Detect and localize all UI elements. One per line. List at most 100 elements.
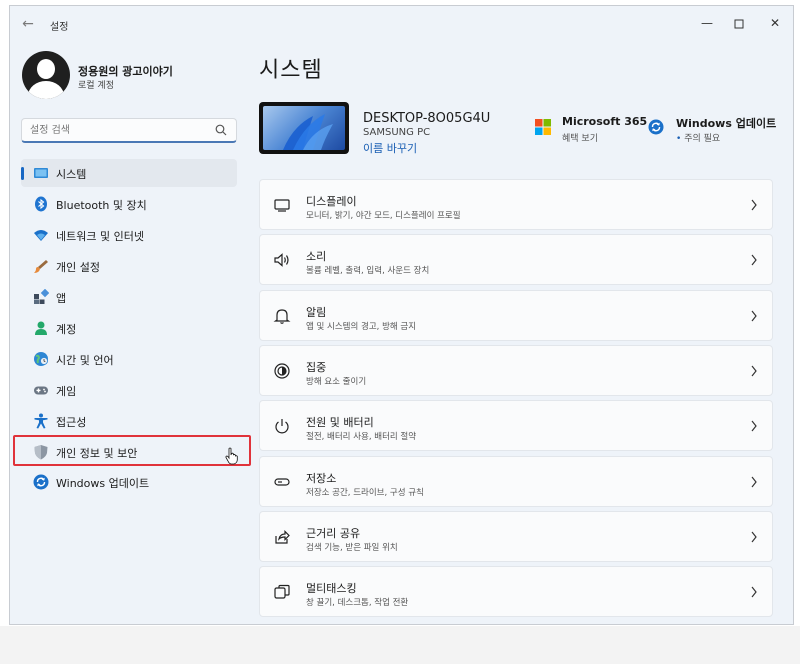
- windows-update-title[interactable]: Windows 업데이트: [676, 115, 776, 131]
- back-arrow-icon[interactable]: ←: [20, 16, 36, 32]
- share-icon: [275, 530, 290, 544]
- sidebar-item-label: Bluetooth 및 장치: [56, 199, 147, 212]
- ms365-subtitle[interactable]: 혜택 보기: [562, 131, 598, 144]
- sidebar-item-personalization[interactable]: 개인 설정: [21, 252, 237, 280]
- setting-row-power-battery[interactable]: 전원 및 배터리 절전, 배터리 사용, 배터리 절약: [259, 400, 773, 451]
- sidebar-item-label: 접근성: [56, 416, 87, 429]
- selected-indicator: [21, 167, 24, 180]
- account-icon: [35, 321, 47, 335]
- settings-window: ← 설정 — ✕ 정용원의 광고이야기 로컬 계정 시스템 Bluetooth …: [9, 5, 794, 625]
- chevron-right-icon: [751, 254, 757, 266]
- system-icon: [34, 168, 48, 178]
- setting-row-storage[interactable]: 저장소 저장소 공간, 드라이브, 구성 규칙: [259, 456, 773, 507]
- setting-row-sound[interactable]: 소리 볼륨 레벨, 출력, 입력, 사운드 장치: [259, 234, 773, 285]
- display-icon: [274, 199, 290, 212]
- apps-icon: [34, 289, 49, 304]
- sidebar-item-bluetooth[interactable]: Bluetooth 및 장치: [21, 190, 237, 218]
- windows-update-status[interactable]: • 주의 필요: [676, 131, 720, 144]
- page-title: 시스템: [259, 58, 323, 83]
- close-icon[interactable]: ✕: [760, 12, 790, 34]
- maximize-icon[interactable]: [724, 12, 754, 34]
- bluetooth-icon: [35, 196, 47, 212]
- gamepad-icon: [34, 386, 48, 395]
- sidebar-item-gaming[interactable]: 게임: [21, 376, 237, 404]
- chevron-right-icon: [751, 476, 757, 488]
- title-bar: ← 설정 — ✕: [10, 6, 793, 42]
- device-name: DESKTOP-8O05G4U: [363, 111, 491, 126]
- chevron-right-icon: [751, 365, 757, 377]
- setting-row-display[interactable]: 디스플레이 모니터, 밝기, 야간 모드, 디스플레이 프로필: [259, 179, 773, 230]
- chevron-right-icon: [751, 531, 757, 543]
- sidebar-item-label: 앱: [56, 292, 67, 305]
- row-subtitle: 앱 및 시스템의 경고, 방해 금지: [306, 322, 417, 332]
- multitask-icon: [274, 584, 290, 599]
- chevron-right-icon: [751, 420, 757, 432]
- update-icon[interactable]: [648, 119, 664, 135]
- sidebar-item-label: 개인 설정: [56, 261, 100, 274]
- accessibility-icon: [34, 413, 48, 429]
- page-background: [0, 626, 800, 664]
- hand-cursor-icon: [225, 447, 238, 465]
- speaker-icon: [274, 253, 289, 267]
- row-title: 멀티태스킹: [306, 582, 357, 595]
- chevron-right-icon: [751, 199, 757, 211]
- setting-row-nearby-sharing[interactable]: 근거리 공유 검색 기능, 받은 파일 위치: [259, 511, 773, 562]
- windows-bloom-wallpaper: [283, 114, 333, 150]
- brush-icon: [34, 260, 48, 273]
- row-title: 전원 및 배터리: [306, 416, 374, 429]
- sidebar-item-label: 네트워크 및 인터넷: [56, 230, 144, 243]
- focus-icon: [274, 363, 290, 379]
- row-title: 저장소: [306, 472, 337, 485]
- row-subtitle: 모니터, 밝기, 야간 모드, 디스플레이 프로필: [306, 211, 461, 221]
- wifi-icon: [34, 230, 48, 241]
- minimize-icon[interactable]: —: [692, 12, 722, 34]
- row-subtitle: 볼륨 레벨, 출력, 입력, 사운드 장치: [306, 266, 430, 276]
- sidebar-item-system[interactable]: 시스템: [21, 159, 237, 187]
- status-dot: •: [676, 134, 682, 144]
- setting-row-multitasking[interactable]: 멀티태스킹 창 끌기, 데스크톱, 작업 전환: [259, 566, 773, 617]
- bell-icon: [273, 309, 291, 324]
- row-subtitle: 방해 요소 줄이기: [306, 377, 367, 387]
- avatar[interactable]: [22, 51, 70, 99]
- sidebar-item-apps[interactable]: 앱: [21, 283, 237, 311]
- sidebar-item-label: 게임: [56, 385, 77, 398]
- setting-row-notifications[interactable]: 알림 앱 및 시스템의 경고, 방해 금지: [259, 290, 773, 341]
- sidebar-item-accessibility[interactable]: 접근성: [21, 407, 237, 435]
- row-title: 집중: [306, 361, 327, 374]
- row-title: 소리: [306, 250, 327, 263]
- windows-update-subtitle: 주의 필요: [684, 134, 721, 144]
- sidebar-item-accounts[interactable]: 계정: [21, 314, 237, 342]
- sidebar-item-windows-update[interactable]: Windows 업데이트: [21, 468, 237, 496]
- globe-clock-icon: [34, 352, 48, 366]
- highlight-annotation: [13, 435, 251, 466]
- setting-row-focus[interactable]: 집중 방해 요소 줄이기: [259, 345, 773, 396]
- device-thumbnail: [259, 102, 349, 154]
- update-icon: [33, 474, 49, 490]
- sidebar-item-label: 시간 및 언어: [56, 354, 114, 367]
- power-icon: [275, 419, 289, 434]
- row-subtitle: 절전, 배터리 사용, 배터리 절약: [306, 432, 417, 442]
- sidebar-item-label: 계정: [56, 323, 77, 336]
- search-box[interactable]: [21, 118, 237, 143]
- sidebar-item-label: 시스템: [56, 168, 87, 181]
- user-name: 정용원의 광고이야기: [78, 65, 173, 78]
- search-icon[interactable]: [214, 123, 228, 137]
- device-model: SAMSUNG PC: [363, 127, 431, 138]
- microsoft-logo-icon[interactable]: [535, 119, 551, 135]
- row-subtitle: 저장소 공간, 드라이브, 구성 규칙: [306, 488, 424, 498]
- chevron-right-icon: [751, 310, 757, 322]
- row-title: 근거리 공유: [306, 527, 361, 540]
- rename-link[interactable]: 이름 바꾸기: [363, 140, 417, 156]
- row-title: 알림: [306, 306, 327, 319]
- storage-icon: [274, 478, 290, 486]
- row-title: 디스플레이: [306, 195, 357, 208]
- row-subtitle: 검색 기능, 받은 파일 위치: [306, 543, 398, 553]
- sidebar-item-label: Windows 업데이트: [56, 477, 150, 490]
- chevron-right-icon: [751, 586, 757, 598]
- app-title: 설정: [50, 22, 69, 33]
- sidebar-item-network[interactable]: 네트워크 및 인터넷: [21, 221, 237, 249]
- sidebar-item-time-language[interactable]: 시간 및 언어: [21, 345, 237, 373]
- account-type: 로컬 계정: [78, 81, 114, 91]
- search-input[interactable]: [30, 122, 210, 138]
- ms365-title[interactable]: Microsoft 365: [562, 115, 647, 128]
